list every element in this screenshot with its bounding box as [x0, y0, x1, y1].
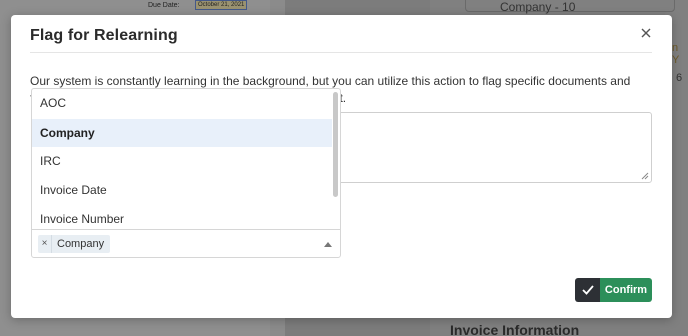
- confirm-label: Confirm: [600, 278, 652, 302]
- field-dropdown-menu: AOC Company IRC Invoice Date Invoice Num…: [31, 88, 341, 230]
- background-side-text-2: 6: [676, 72, 683, 84]
- dropdown-option-aoc[interactable]: AOC: [32, 89, 332, 117]
- tag-label: Company: [57, 238, 105, 250]
- confirm-button[interactable]: Confirm: [575, 278, 652, 302]
- flag-for-relearning-modal: Flag for Relearning Our system is consta…: [11, 15, 672, 318]
- modal-title: Flag for Relearning: [30, 27, 178, 44]
- dropdown-scrollbar[interactable]: [333, 92, 338, 197]
- background-due-date-value: October 21, 2021: [195, 0, 247, 10]
- dropdown-option-company[interactable]: Company: [32, 119, 332, 147]
- dropdown-option-irc[interactable]: IRC: [32, 147, 332, 175]
- resize-handle-icon[interactable]: [641, 172, 649, 180]
- check-icon: [575, 278, 600, 302]
- notes-textarea[interactable]: [334, 112, 652, 183]
- chevron-up-icon[interactable]: [324, 242, 332, 247]
- dropdown-option-invoice-date[interactable]: Invoice Date: [32, 176, 332, 204]
- close-icon[interactable]: [638, 25, 654, 41]
- modal-header-divider: [30, 52, 652, 53]
- field-multiselect[interactable]: × Company: [31, 229, 341, 258]
- tag-remove-button[interactable]: ×: [38, 235, 52, 253]
- dropdown-option-invoice-number[interactable]: Invoice Number: [32, 205, 332, 230]
- background-section-heading: Invoice Information: [450, 322, 580, 336]
- background-company-label: Company - 10: [500, 0, 576, 14]
- selected-tag-company: × Company: [38, 235, 111, 253]
- background-side-text: n Y: [672, 42, 680, 66]
- background-due-date-label: Due Date:: [148, 2, 180, 9]
